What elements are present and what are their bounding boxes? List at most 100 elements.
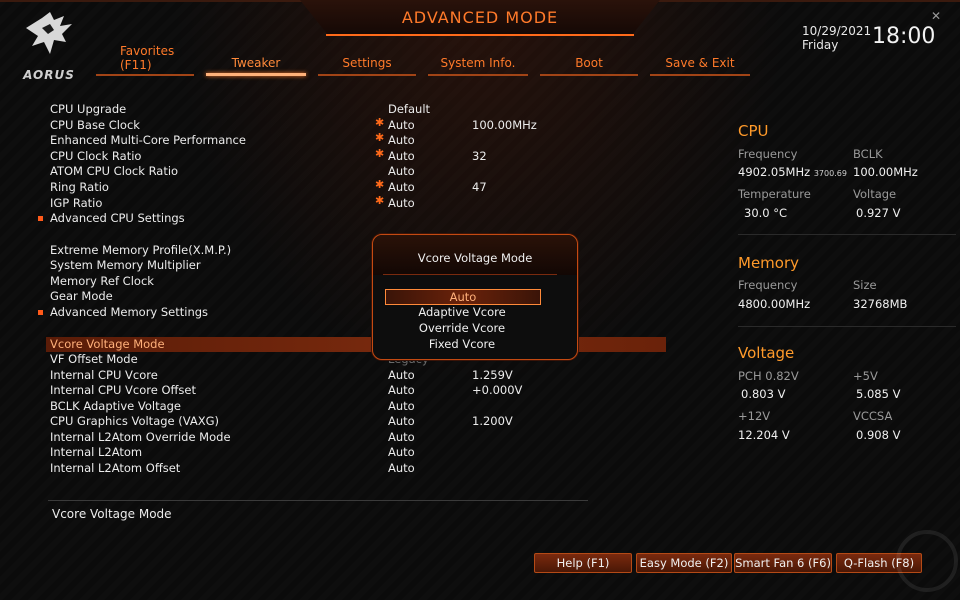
cpu-voltage-value: 0.927 V xyxy=(856,206,901,220)
aorus-logo: AORUS xyxy=(14,10,84,86)
setting-row[interactable]: Internal CPU Vcore Auto 1.259V xyxy=(50,368,530,383)
setting-value: Auto xyxy=(388,164,415,178)
setting-row[interactable]: Internal L2Atom Override Mode Auto xyxy=(50,430,530,445)
watermark-logo xyxy=(896,530,958,592)
setting-name: VF Offset Mode xyxy=(50,352,138,366)
cpu-temperature-value: 30.0 °C xyxy=(744,206,788,220)
tab-underline xyxy=(428,74,528,76)
setting-row[interactable]: Ring Ratio ✱ Auto 47 xyxy=(50,178,530,195)
setting-value: Auto xyxy=(388,430,415,444)
submenu-bullet-icon xyxy=(38,216,43,221)
setting-value: Auto xyxy=(388,118,415,132)
tab-settings[interactable]: Settings xyxy=(318,44,416,76)
tab-underline xyxy=(96,74,194,76)
easy-mode-button[interactable]: Easy Mode (F2) xyxy=(636,553,732,573)
setting-value: Auto xyxy=(388,149,415,163)
vccsa-label: VCCSA xyxy=(853,409,893,423)
tab-underline xyxy=(318,74,416,76)
cpu-frequency-sub: 3700.69 xyxy=(813,169,847,178)
setting-row[interactable]: CPU Upgrade Default xyxy=(50,102,530,117)
memory-size-value: 32768MB xyxy=(853,297,908,311)
memory-frequency-label: Frequency xyxy=(738,278,798,292)
setting-row[interactable]: ATOM CPU Clock Ratio Auto xyxy=(50,164,530,179)
setting-name: Memory Ref Clock xyxy=(50,274,154,288)
setting-row[interactable]: Enhanced Multi-Core Performance ✱ Auto xyxy=(50,131,530,148)
popup-title: Vcore Voltage Mode xyxy=(417,251,533,265)
setting-row[interactable]: Internal L2Atom Auto xyxy=(50,445,530,460)
modified-star-icon: ✱ xyxy=(375,131,385,144)
setting-row[interactable]: Internal L2Atom Offset Auto xyxy=(50,461,530,476)
popup-option-adaptive-vcore[interactable]: Adaptive Vcore xyxy=(385,305,539,319)
setting-name: Advanced CPU Settings xyxy=(50,211,185,225)
v5-value: 5.085 V xyxy=(856,387,901,401)
setting-name: Ring Ratio xyxy=(50,180,109,194)
tab-tweaker[interactable]: Tweaker xyxy=(206,44,306,76)
setting-current-value: 1.259V xyxy=(472,368,513,382)
setting-row[interactable]: CPU Graphics Voltage (VAXG) Auto 1.200V xyxy=(50,414,530,429)
popup-option-override-vcore[interactable]: Override Vcore xyxy=(385,321,539,335)
setting-row[interactable]: CPU Base Clock ✱ Auto 100.00MHz xyxy=(50,116,537,133)
cpu-temperature-label: Temperature xyxy=(738,187,811,201)
tab-label: Tweaker xyxy=(231,56,281,70)
setting-name: Internal L2Atom xyxy=(50,445,143,459)
tab-system-info[interactable]: System Info. xyxy=(428,44,528,76)
setting-value: Auto xyxy=(388,383,415,397)
setting-row[interactable]: Internal CPU Vcore Offset Auto +0.000V xyxy=(50,383,530,398)
setting-row[interactable]: Advanced CPU Settings xyxy=(38,211,530,226)
logo-text: AORUS xyxy=(23,68,75,82)
modified-star-icon: ✱ xyxy=(375,194,385,207)
cpu-frequency-value: 4902.05MHz 3700.69 xyxy=(738,165,847,179)
setting-name: Internal L2Atom Override Mode xyxy=(50,430,231,444)
tab-label: Boot xyxy=(575,56,603,70)
memory-frequency-value: 4800.00MHz xyxy=(738,297,811,311)
title-plate-underline xyxy=(326,34,634,36)
setting-row[interactable]: CPU Clock Ratio ✱ Auto 32 xyxy=(50,147,530,164)
setting-current-value: 100.00MHz xyxy=(472,118,537,132)
memory-heading: Memory xyxy=(738,254,800,272)
setting-name: CPU Clock Ratio xyxy=(50,149,142,163)
setting-name: BCLK Adaptive Voltage xyxy=(50,399,182,413)
submenu-bullet-icon xyxy=(38,310,43,315)
setting-name: Gear Mode xyxy=(50,289,113,303)
setting-value: Auto xyxy=(388,196,415,210)
page-title: ADVANCED MODE xyxy=(401,8,559,27)
setting-row[interactable]: BCLK Adaptive Voltage Auto xyxy=(50,399,530,414)
setting-value: Auto xyxy=(388,180,415,194)
setting-name: ATOM CPU Clock Ratio xyxy=(50,164,179,178)
date: 10/29/2021 xyxy=(802,24,872,38)
tab-boot[interactable]: Boot xyxy=(540,44,638,76)
help-button[interactable]: Help (F1) xyxy=(534,553,632,573)
setting-name: Enhanced Multi-Core Performance xyxy=(50,133,246,147)
setting-value: Auto xyxy=(388,368,415,382)
cpu-frequency: 4902.05MHz xyxy=(738,165,811,179)
divider xyxy=(738,326,956,327)
setting-value: Auto xyxy=(388,414,415,428)
cpu-bclk-label: BCLK xyxy=(853,147,883,161)
setting-name: CPU Upgrade xyxy=(50,102,127,116)
setting-value: Auto xyxy=(388,133,415,147)
tab-label: Settings xyxy=(342,56,392,70)
setting-name: Internal CPU Vcore xyxy=(50,368,158,382)
modified-star-icon: ✱ xyxy=(375,116,385,129)
setting-row[interactable]: IGP Ratio ✱ Auto xyxy=(50,194,530,211)
setting-current-value: 47 xyxy=(472,180,487,194)
setting-name: Internal CPU Vcore Offset xyxy=(50,383,196,397)
tab-favorites[interactable]: Favorites (F11) xyxy=(96,44,194,76)
v12-value: 12.204 V xyxy=(738,428,790,442)
smart-fan-button[interactable]: Smart Fan 6 (F6) xyxy=(734,553,832,573)
pch-voltage-label: PCH 0.82V xyxy=(738,369,799,383)
setting-name: CPU Base Clock xyxy=(50,118,140,132)
pch-voltage-value: 0.803 V xyxy=(741,387,786,401)
setting-current-value: 1.200V xyxy=(472,414,513,428)
setting-value: Default xyxy=(388,102,431,116)
voltage-heading: Voltage xyxy=(738,344,795,362)
setting-name: Extreme Memory Profile(X.M.P.) xyxy=(50,243,232,257)
setting-name: IGP Ratio xyxy=(50,196,103,210)
popup-option-fixed-vcore[interactable]: Fixed Vcore xyxy=(385,337,539,351)
close-icon[interactable]: ✕ xyxy=(930,10,942,22)
tab-save-exit[interactable]: Save & Exit xyxy=(650,44,750,76)
popup-option-auto[interactable]: Auto xyxy=(385,289,541,305)
v5-label: +5V xyxy=(853,369,878,383)
cpu-voltage-label: Voltage xyxy=(853,187,897,201)
setting-current-value: 32 xyxy=(472,149,487,163)
